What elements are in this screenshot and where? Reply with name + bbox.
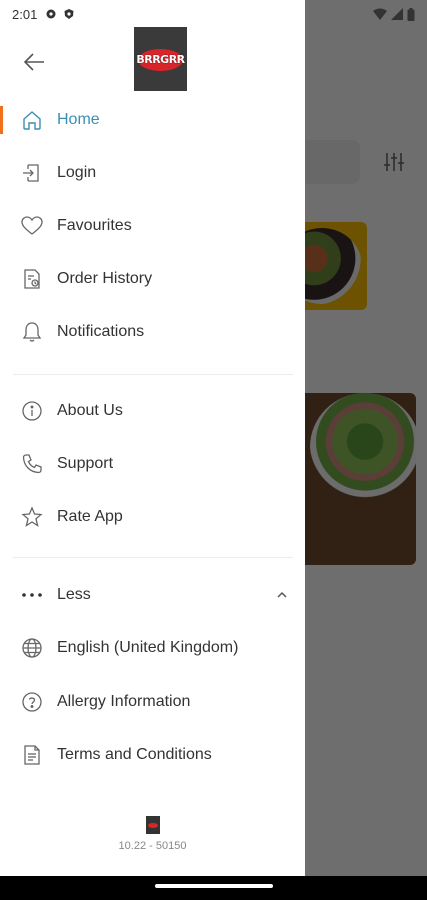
order-history-icon bbox=[20, 267, 44, 291]
shield-icon bbox=[64, 9, 74, 19]
login-icon bbox=[20, 161, 44, 185]
brand-logo: BRRGRR bbox=[134, 27, 187, 91]
menu-item-label: Support bbox=[57, 455, 114, 472]
menu-item-rate-app[interactable]: Rate App bbox=[0, 495, 305, 539]
menu-divider bbox=[13, 557, 293, 558]
home-icon bbox=[20, 108, 44, 132]
help-circle-icon bbox=[20, 690, 44, 714]
menu-toggle-less[interactable]: Less bbox=[0, 573, 305, 617]
chevron-up-icon bbox=[277, 591, 287, 598]
menu-item-favourites[interactable]: Favourites bbox=[0, 204, 305, 248]
arrow-left-icon bbox=[23, 53, 44, 71]
menu-item-terms-and-conditions[interactable]: Terms and Conditions bbox=[0, 733, 305, 777]
info-icon bbox=[20, 399, 44, 423]
menu-item-home[interactable]: Home bbox=[0, 98, 305, 142]
navigation-drawer: BRRGRR Home Login Favourites Order Histo… bbox=[0, 0, 305, 876]
menu-divider bbox=[13, 374, 293, 375]
app-version: 10.22 - 50150 bbox=[118, 840, 187, 852]
bell-icon bbox=[20, 320, 44, 344]
menu-item-label: English (United Kingdom) bbox=[57, 639, 239, 656]
globe-icon bbox=[20, 636, 44, 660]
signal-icon bbox=[391, 8, 403, 20]
menu-item-label: Favourites bbox=[57, 217, 132, 234]
home-gesture-handle[interactable] bbox=[155, 884, 273, 888]
wifi-icon bbox=[373, 8, 387, 20]
menu-item-support[interactable]: Support bbox=[0, 442, 305, 486]
menu-item-label: Allergy Information bbox=[57, 693, 191, 710]
star-icon bbox=[20, 505, 44, 529]
menu-item-language[interactable]: English (United Kingdom) bbox=[0, 626, 305, 670]
more-dots-icon bbox=[20, 583, 44, 607]
menu-item-about-us[interactable]: About Us bbox=[0, 389, 305, 433]
heart-icon bbox=[20, 214, 44, 238]
back-button[interactable] bbox=[18, 48, 50, 76]
menu-item-login[interactable]: Login bbox=[0, 151, 305, 195]
menu-item-label: Home bbox=[57, 111, 100, 128]
menu-item-label: Terms and Conditions bbox=[57, 746, 212, 763]
menu-item-label: Less bbox=[57, 586, 91, 603]
menu-item-notifications[interactable]: Notifications bbox=[0, 310, 305, 354]
status-time: 2:01 bbox=[12, 6, 38, 22]
menu-item-label: About Us bbox=[57, 402, 123, 419]
menu-item-label: Order History bbox=[57, 270, 153, 287]
menu-item-label: Rate App bbox=[57, 508, 123, 525]
document-icon bbox=[20, 743, 44, 767]
settings-icon bbox=[46, 9, 56, 19]
status-bar: 2:01 bbox=[0, 0, 427, 28]
menu-item-label: Login bbox=[57, 164, 97, 181]
system-navigation-bar bbox=[0, 876, 427, 900]
battery-icon bbox=[407, 7, 415, 21]
menu-item-order-history[interactable]: Order History bbox=[0, 257, 305, 301]
footer-brand-logo bbox=[146, 816, 160, 834]
menu-item-allergy-information[interactable]: Allergy Information bbox=[0, 680, 305, 724]
phone-icon bbox=[20, 452, 44, 476]
menu-item-label: Notifications bbox=[57, 323, 145, 340]
